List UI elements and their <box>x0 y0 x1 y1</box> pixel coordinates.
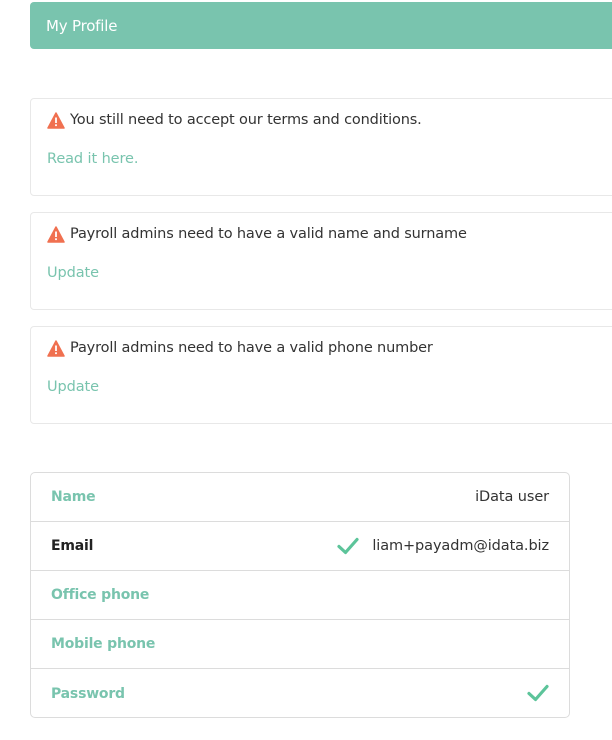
alert-message-row: You still need to accept our terms and c… <box>47 111 422 129</box>
warning-triangle-icon <box>47 339 65 357</box>
phone-alert: Payroll admins need to have a valid phon… <box>30 326 612 424</box>
email-value-group: liam+payadm@idata.biz <box>337 522 549 570</box>
alert-message: Payroll admins need to have a valid phon… <box>70 340 433 356</box>
password-status <box>527 669 549 717</box>
alert-message: Payroll admins need to have a valid name… <box>70 226 467 242</box>
password-label: Password <box>51 685 125 702</box>
my-profile-page: My Profile You still need to accept our … <box>0 0 612 740</box>
update-phone-link[interactable]: Update <box>47 379 99 395</box>
office-phone-label: Office phone <box>51 587 150 603</box>
office-phone-row[interactable]: Office phone <box>31 571 569 620</box>
alert-message-row: Payroll admins need to have a valid phon… <box>47 339 433 357</box>
check-icon <box>527 684 549 702</box>
update-name-link[interactable]: Update <box>47 265 99 281</box>
alert-message-row: Payroll admins need to have a valid name… <box>47 225 467 243</box>
name-value: iData user <box>475 489 549 505</box>
password-row[interactable]: Password <box>31 669 569 717</box>
terms-alert: You still need to accept our terms and c… <box>30 98 612 196</box>
page-header: My Profile <box>30 2 612 49</box>
email-label: Email <box>51 538 94 554</box>
name-row[interactable]: Name iData user <box>31 473 569 522</box>
check-icon <box>337 537 359 555</box>
read-terms-link[interactable]: Read it here. <box>47 151 138 167</box>
name-alert: Payroll admins need to have a valid name… <box>30 212 612 310</box>
mobile-phone-label: Mobile phone <box>51 636 156 652</box>
profile-details: Name iData user Email liam+payadm@idata.… <box>30 472 570 718</box>
email-row[interactable]: Email liam+payadm@idata.biz <box>31 522 569 571</box>
page-title: My Profile <box>46 16 118 35</box>
warning-triangle-icon <box>47 225 65 243</box>
alert-message: You still need to accept our terms and c… <box>70 112 422 128</box>
mobile-phone-row[interactable]: Mobile phone <box>31 620 569 669</box>
email-value: liam+payadm@idata.biz <box>372 538 549 554</box>
warning-triangle-icon <box>47 111 65 129</box>
name-label: Name <box>51 489 96 505</box>
